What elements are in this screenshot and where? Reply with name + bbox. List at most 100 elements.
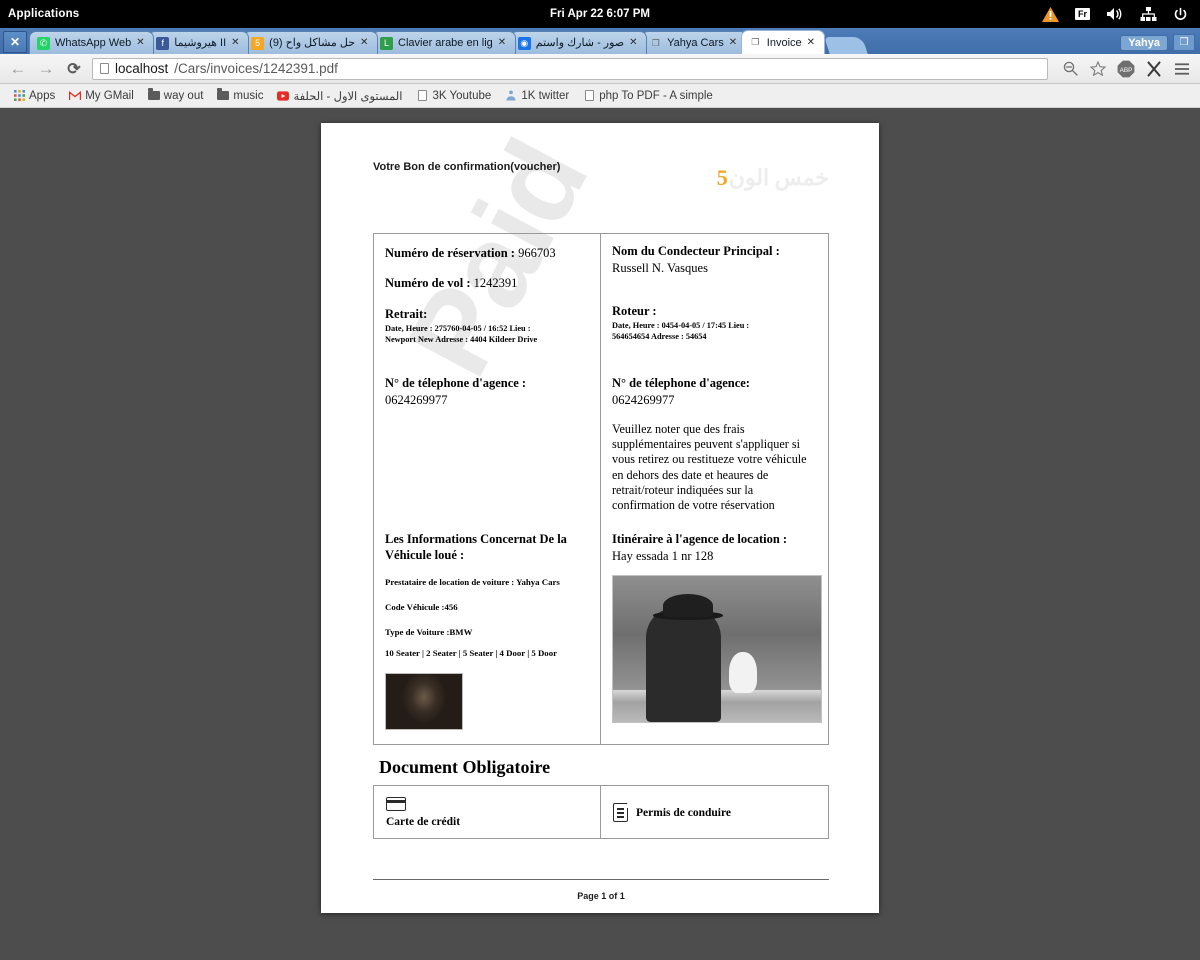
reservation-left-cell: Numéro de réservation : 966703 Numéro de… [374, 234, 601, 371]
tab-title: Invoice [766, 36, 802, 49]
credit-card-icon [386, 797, 406, 812]
bookmark-star-icon[interactable] [1088, 59, 1108, 79]
browser-toolbar: ← → ⟳ localhost/Cars/invoices/1242391.pd… [0, 54, 1200, 84]
browser-tab[interactable]: ✆ WhatsApp Web ✕ [29, 31, 155, 54]
folder-icon [217, 88, 230, 102]
reload-button[interactable]: ⟳ [64, 59, 84, 79]
omnibox-host: localhost [115, 61, 169, 76]
bookmark-label: 3K Youtube [432, 89, 492, 102]
phone-row: N° de télephone d'agence : 0624269977 N°… [374, 371, 828, 522]
facebook-icon: f [156, 36, 170, 50]
tab-close-icon[interactable]: ✕ [231, 38, 240, 48]
required-doc-driver-license-label: Permis de conduire [636, 806, 731, 819]
document-icon [613, 802, 629, 823]
browser-tab[interactable]: ◉ صور - شارك واستم ✕ [509, 31, 648, 54]
network-icon[interactable] [1140, 7, 1157, 21]
tab-strip: ✕ ✆ WhatsApp Web ✕ f هيروشيما II ✕ 5 (9) حل مشا… [0, 28, 1200, 54]
restore-window-button[interactable]: ❐ [1173, 34, 1195, 51]
tab-title: صور - شارك واستم [535, 37, 625, 49]
bookmark-item[interactable]: المستوى الاول - الحلفة [270, 87, 409, 105]
reservation-table: Numéro de réservation : 966703 Numéro de… [373, 233, 829, 746]
pickup-title: Retrait: [385, 307, 428, 321]
bookmark-item[interactable]: way out [141, 88, 211, 104]
flight-number-label: Numéro de vol : [385, 276, 471, 290]
vehicle-type: Type de Voiture :BMW [385, 627, 473, 638]
os-top-panel: Applications Fri Apr 22 6:07 PM Fr [0, 0, 1200, 28]
system-tray: Fr [1042, 6, 1200, 22]
whatsapp-icon: ✆ [37, 36, 50, 50]
browser-tab[interactable]: 5 (9) حل مشاكل واح ✕ [243, 31, 378, 54]
warning-icon[interactable] [1042, 6, 1059, 22]
browser-tab[interactable]: ❐ Yahya Cars ✕ [641, 31, 747, 54]
browser-window: ✕ ✆ WhatsApp Web ✕ f هيروشيما II ✕ 5 (9) حل مشا… [0, 28, 1200, 960]
page-info-icon[interactable] [100, 63, 109, 74]
address-bar[interactable]: localhost/Cars/invoices/1242391.pdf [92, 57, 1048, 80]
bookmark-item[interactable]: php To PDF - A simple [576, 88, 720, 104]
logo-text: خمس الون [728, 165, 829, 190]
pickup-line-2: Newport New Adresse : 4404 Kildeer Drive [385, 335, 538, 344]
driver-label: Nom du Condecteur Principal : [612, 244, 780, 258]
tab-close-icon[interactable]: ✕ [629, 38, 638, 48]
itinerary-cell: Itinéraire à l'agence de location : Hay … [601, 521, 828, 744]
phone-right-label: N° de télephone d'agence: [612, 376, 750, 390]
bookmark-item[interactable]: 1K twitter [498, 88, 576, 104]
pdf-page: Paid Votre Bon de confirmation(voucher) … [321, 123, 879, 913]
forward-button[interactable]: → [36, 59, 56, 79]
footer-divider [373, 879, 829, 881]
vehicle-provider: Prestataire de location de voiture : Yah… [385, 577, 560, 588]
browser-tab[interactable]: ❐ Invoice ✕ [740, 30, 825, 54]
profile-button[interactable]: Yahya [1120, 34, 1168, 51]
tab-close-icon[interactable]: ✕ [729, 38, 738, 48]
keyboard-layout-icon[interactable]: Fr [1075, 8, 1090, 20]
adblock-plus-icon[interactable]: ABP [1116, 59, 1136, 79]
volume-icon[interactable] [1106, 7, 1124, 21]
dropoff-block: Roteur : Date, Heure : 0454-04-05 / 17:4… [612, 303, 818, 342]
window-close-button[interactable]: ✕ [3, 31, 27, 53]
page-number-label: Page 1 of 1 [577, 891, 625, 902]
itinerary-label: Itinéraire à l'agence de location : [612, 532, 788, 547]
bookmarks-bar: Apps My GMail way out music المستوى الاول - … [0, 84, 1200, 108]
tab-close-icon[interactable]: ✕ [136, 38, 145, 48]
extension-x-icon[interactable] [1144, 59, 1164, 79]
reservation-number-value: 966703 [518, 246, 556, 260]
extra-fees-notice: Veuillez noter que des frais supplémenta… [612, 422, 807, 513]
system-clock: Fri Apr 22 6:07 PM [550, 8, 650, 20]
bookmark-item[interactable]: Apps [6, 88, 62, 104]
photos-icon: ◉ [517, 36, 531, 50]
bookmark-item[interactable]: music [210, 88, 270, 104]
phone-right-value: 0624269977 [612, 393, 675, 407]
tab-close-icon[interactable]: ✕ [360, 38, 369, 48]
phone-right-cell: N° de télephone d'agence: 0624269977 Veu… [601, 371, 828, 521]
vehicle-code: Code Véhicule :456 [385, 602, 458, 613]
browser-tab[interactable]: f هيروشيما II ✕ [148, 31, 250, 54]
tab-close-icon[interactable]: ✕ [807, 37, 816, 48]
page-icon: ❐ [651, 37, 660, 48]
flight-number-value: 1242391 [473, 276, 518, 290]
chrome-menu-icon[interactable] [1172, 59, 1192, 79]
reservation-number-label: Numéro de réservation : [385, 246, 515, 260]
new-tab-button[interactable] [823, 37, 868, 54]
pickup-line-1: Date, Heure : 275760-04-05 / 16:52 Lieu … [385, 324, 531, 333]
required-doc-driver-license: Permis de conduire [601, 786, 828, 838]
vehicle-specs: 10 Seater | 2 Seater | 5 Seater | 4 Door… [385, 648, 558, 659]
browser-tab[interactable]: L Clavier arabe en lig ✕ [372, 31, 516, 54]
document-header: Votre Bon de confirmation(voucher) خمس ا… [373, 151, 829, 233]
itinerary-value: Hay essada 1 nr 128 [612, 549, 714, 564]
reservation-right-cell: Nom du Condecteur Principal : Russell N.… [601, 234, 828, 371]
apps-grid-icon [13, 90, 25, 102]
bookmark-item[interactable]: My GMail [62, 88, 141, 104]
page-icon [583, 90, 595, 102]
required-doc-credit-card-label: Carte de crédit [386, 816, 461, 829]
power-icon[interactable] [1173, 7, 1188, 22]
photo-man [646, 608, 722, 723]
back-button[interactable]: ← [8, 59, 28, 79]
zoom-out-icon[interactable] [1060, 59, 1080, 79]
svg-text:ABP: ABP [1120, 67, 1133, 74]
required-documents-title: Document Obligatoire [379, 757, 551, 778]
logo-accent: 5 [716, 165, 728, 190]
pdf-viewer[interactable]: Paid Votre Bon de confirmation(voucher) … [0, 108, 1200, 960]
bookmark-item[interactable]: 3K Youtube [409, 88, 498, 104]
tab-close-icon[interactable]: ✕ [498, 38, 507, 48]
driver-value: Russell N. Vasques [612, 261, 708, 275]
tab-title: هيروشيما II [174, 37, 227, 49]
